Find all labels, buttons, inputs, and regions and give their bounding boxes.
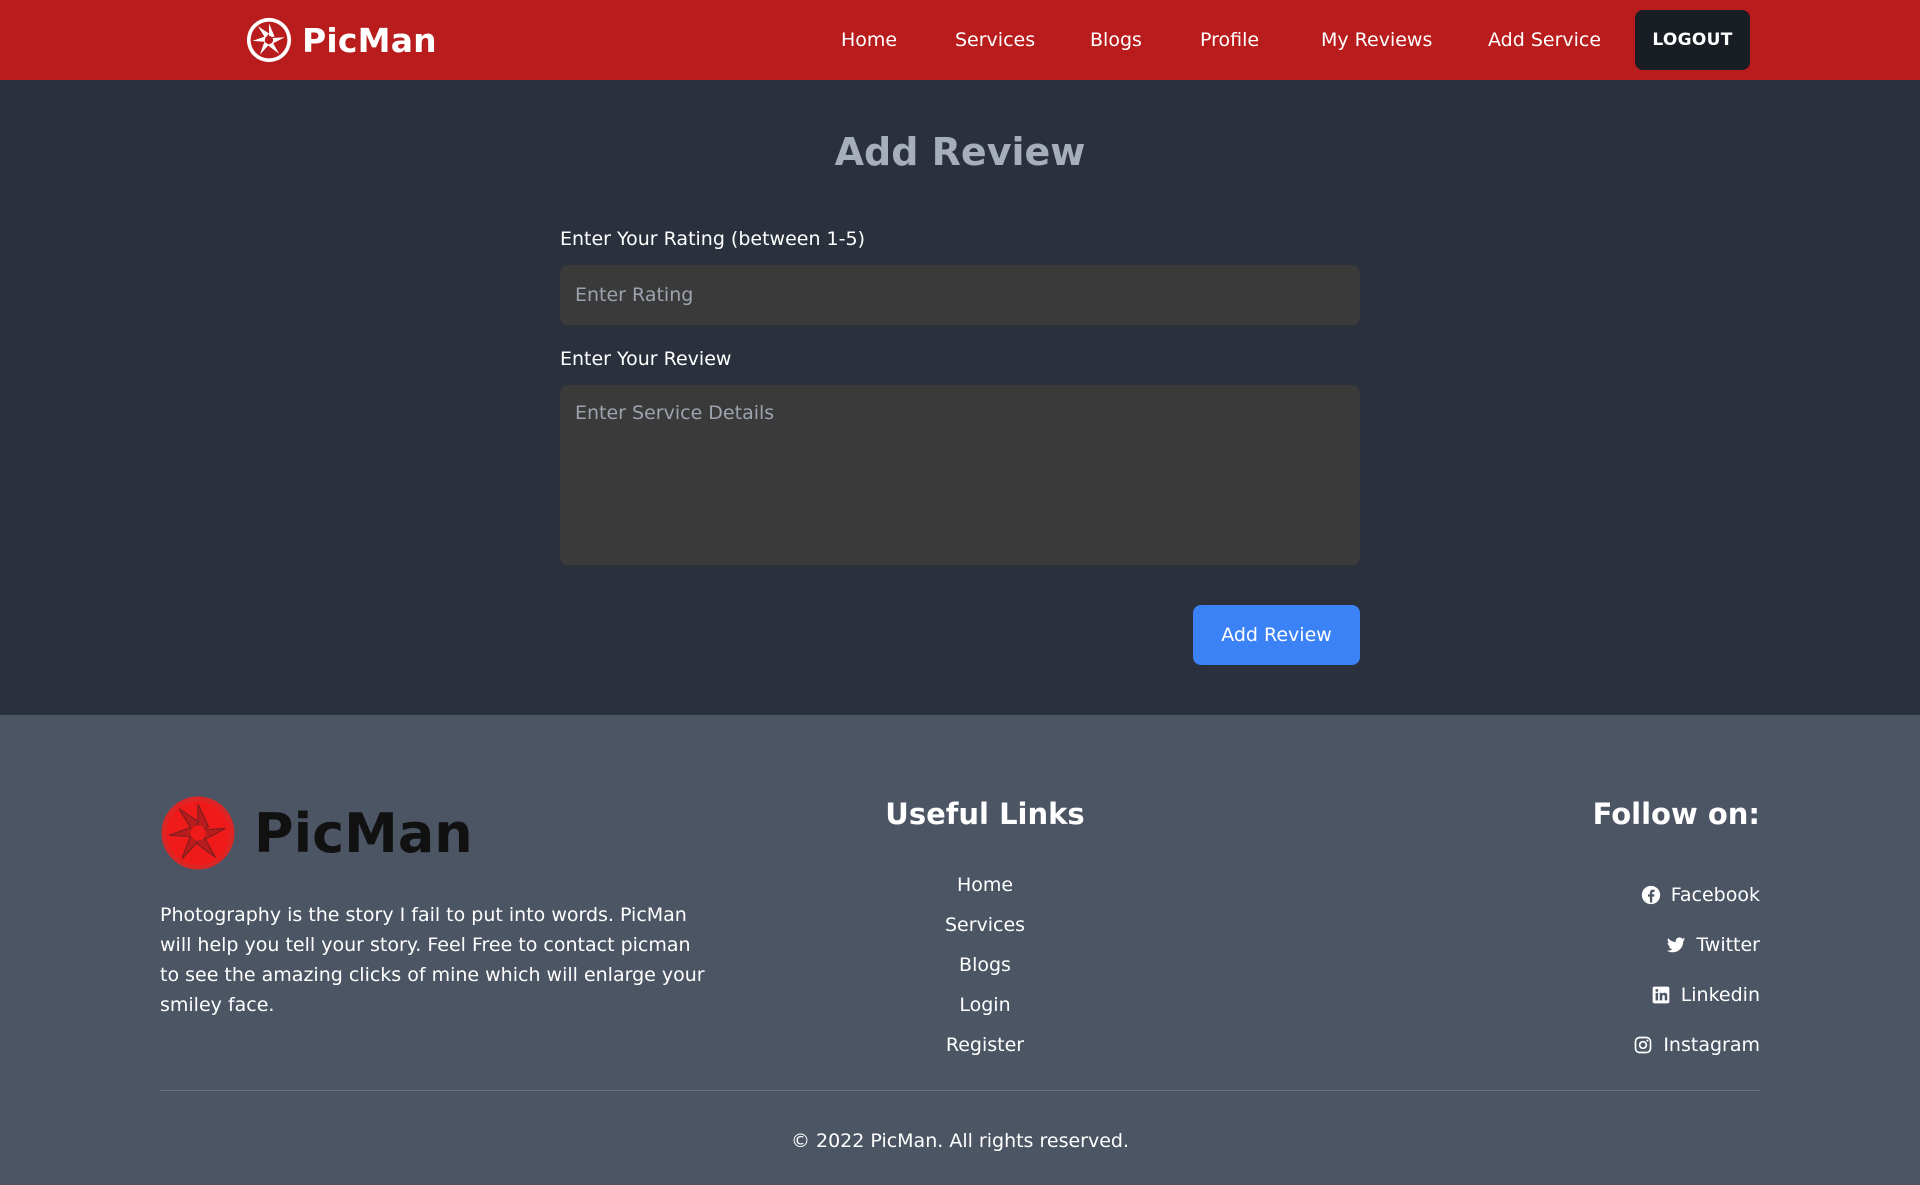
nav-link-home[interactable]: Home	[841, 0, 897, 80]
page-title: Add Review	[834, 130, 1086, 174]
social-label-linkedin: Linkedin	[1680, 984, 1760, 1006]
add-review-section: Add Review Enter Your Rating (between 1-…	[0, 80, 1920, 715]
review-label: Enter Your Review	[560, 348, 732, 370]
footer: PicMan Photography is the story I fail t…	[0, 715, 1920, 1185]
nav-link-profile[interactable]: Profile	[1200, 0, 1259, 80]
nav-link-add-service[interactable]: Add Service	[1488, 0, 1601, 80]
footer-link-register[interactable]: Register	[885, 1025, 1085, 1065]
social-links-list: Facebook Twitter Linkedin Instagram	[1633, 870, 1760, 1070]
nav-link-my-reviews[interactable]: My Reviews	[1321, 0, 1432, 80]
review-textarea[interactable]	[560, 385, 1360, 565]
instagram-icon	[1634, 1036, 1652, 1054]
nav-link-blogs[interactable]: Blogs	[1090, 0, 1142, 80]
footer-description: Photography is the story I fail to put i…	[160, 904, 705, 1016]
camera-aperture-icon	[246, 17, 292, 63]
footer-link-services[interactable]: Services	[885, 905, 1085, 945]
footer-link-blogs[interactable]: Blogs	[885, 945, 1085, 985]
social-label-instagram: Instagram	[1663, 1034, 1760, 1056]
footer-link-home[interactable]: Home	[885, 865, 1085, 905]
useful-links-list: Home Services Blogs Login Register	[885, 865, 1085, 1065]
footer-link-login[interactable]: Login	[885, 985, 1085, 1025]
linkedin-icon	[1652, 986, 1670, 1004]
social-link-twitter[interactable]: Twitter	[1633, 920, 1760, 970]
rating-input[interactable]	[560, 265, 1360, 325]
social-link-linkedin[interactable]: Linkedin	[1633, 970, 1760, 1020]
social-label-facebook: Facebook	[1670, 884, 1760, 906]
copyright-text: © 2022 PicMan. All rights reserved.	[790, 1130, 1130, 1152]
social-label-twitter: Twitter	[1696, 934, 1760, 956]
nav-link-services[interactable]: Services	[955, 0, 1035, 80]
logout-button[interactable]: LOGOUT	[1635, 10, 1750, 70]
twitter-icon	[1667, 937, 1686, 953]
social-link-instagram[interactable]: Instagram	[1633, 1020, 1760, 1070]
follow-heading: Follow on:	[1592, 797, 1760, 831]
social-link-facebook[interactable]: Facebook	[1633, 870, 1760, 920]
footer-divider	[160, 1090, 1760, 1091]
add-review-button[interactable]: Add Review	[1193, 605, 1360, 665]
brand-logo[interactable]: PicMan	[246, 17, 437, 63]
brand-name: PicMan	[302, 20, 437, 60]
facebook-icon	[1641, 885, 1660, 905]
navbar: PicMan Home Services Blogs Profile My Re…	[0, 0, 1920, 80]
rating-label: Enter Your Rating (between 1-5)	[560, 228, 865, 250]
